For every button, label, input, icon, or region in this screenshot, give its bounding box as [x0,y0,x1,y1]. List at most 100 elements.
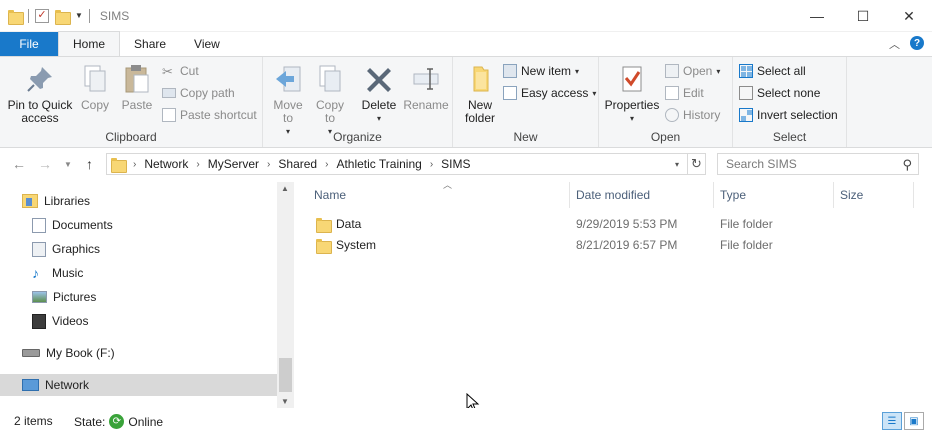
sort-ascending-chevron-icon: ︿ [443,180,453,190]
properties-check-icon[interactable]: ✓ [35,8,49,23]
breadcrumb-shared[interactable]: Shared [278,157,317,171]
invert-selection-button[interactable]: Invert selection [739,105,838,125]
breadcrumb-separator[interactable]: › [196,159,199,170]
nav-item-music[interactable]: ♪ Music [32,262,272,284]
paste-shortcut-icon [162,108,176,122]
copy-to-button[interactable]: Copy to ▾ [311,63,349,138]
address-bar[interactable]: › Network › MyServer › Shared › Athletic… [106,153,706,175]
scroll-thumb[interactable] [279,358,292,392]
properties-icon [622,66,642,92]
column-header-type[interactable]: Type [714,182,834,208]
rename-button[interactable]: Rename [403,63,449,112]
delete-x-icon [367,68,391,92]
copy-to-label: Copy to [315,98,344,125]
breadcrumb-separator[interactable]: › [267,159,270,170]
search-icon[interactable]: ⚲ [902,157,912,173]
nav-item-libraries[interactable]: Libraries [22,190,272,212]
copy-path-button[interactable]: Copy path [162,83,235,103]
breadcrumb-network[interactable]: Network [144,157,188,171]
pictures-icon [32,291,47,303]
collapse-ribbon-chevron-icon[interactable]: ︿ [889,36,900,52]
minimize-button[interactable]: — [794,0,840,32]
easy-access-icon [503,86,517,100]
new-folder-button[interactable]: New folder [461,63,499,125]
select-none-label: Select none [757,86,821,100]
properties-label: Properties [604,98,660,112]
select-none-button[interactable]: Select none [739,83,820,103]
item-count: 2 items [14,414,53,428]
breadcrumb-separator[interactable]: › [430,159,433,170]
edit-label: Edit [683,86,704,100]
table-row[interactable]: Data 9/29/2019 5:53 PM File folder [310,214,910,235]
breadcrumb-separator[interactable]: › [325,159,328,170]
cut-button[interactable]: ✂ Cut [162,61,199,81]
new-folder-icon[interactable] [55,9,71,25]
pin-label: Pin to Quick access [7,98,73,125]
forward-arrow-icon[interactable]: → [38,156,52,172]
address-folder-icon [111,157,127,173]
nav-item-pictures[interactable]: Pictures [32,286,272,308]
maximize-button[interactable]: ☐ [840,0,886,32]
scissors-icon: ✂ [162,64,173,79]
delete-dropdown-icon: ▾ [376,114,381,123]
history-button[interactable]: History [665,105,720,125]
new-group: New folder New item ▾ Easy access ▾ New [453,57,599,147]
file-list: Name ︿ Date modified Type Size Data 9/29… [300,180,932,408]
table-row[interactable]: System 8/21/2019 6:57 PM File folder [310,235,910,256]
column-header-name[interactable]: Name ︿ [308,180,570,208]
breadcrumb-myserver[interactable]: MyServer [208,157,259,171]
help-icon[interactable]: ? [910,36,924,50]
search-box[interactable]: ⚲ [717,153,919,175]
breadcrumb-separator[interactable]: › [133,159,136,170]
pin-to-quick-access-button[interactable]: Pin to Quick access [6,63,74,125]
nav-pane-scrollbar[interactable]: ▲ ▼ [277,182,294,408]
customize-toolbar-dropdown-icon[interactable]: ▼ [75,11,83,20]
nav-item-documents[interactable]: Documents [32,214,272,236]
new-item-button[interactable]: New item ▾ [503,61,579,81]
scroll-up-arrow-icon[interactable]: ▲ [281,184,289,193]
open-button[interactable]: Open ▾ [665,61,720,81]
paste-button[interactable]: Paste [118,63,156,112]
easy-access-label: Easy access [521,86,589,100]
nav-item-label: Libraries [44,194,91,208]
details-view-icon[interactable]: ☰ [882,412,902,430]
recent-locations-chevron-icon[interactable]: ▼ [64,160,72,169]
breadcrumb-sims[interactable]: SIMS [441,157,470,171]
tab-home[interactable]: Home [58,31,121,56]
open-label: Open [683,64,713,78]
state-label: State: [74,414,106,429]
file-name: Data [336,217,362,231]
tab-file[interactable]: File [0,32,58,56]
breadcrumb-athletic-training[interactable]: Athletic Training [336,157,421,171]
select-all-button[interactable]: Select all [739,61,806,81]
refresh-icon[interactable]: ↻ [687,154,705,174]
tab-view[interactable]: View [180,32,234,56]
properties-button[interactable]: Properties ▾ [603,63,661,125]
nav-item-videos[interactable]: Videos [32,310,272,332]
move-to-label: Move to [273,98,303,125]
column-header-size[interactable]: Size [834,182,914,208]
address-history-dropdown-icon[interactable]: ▾ [675,160,679,169]
nav-item-network[interactable]: Network [0,374,277,396]
tab-share[interactable]: Share [120,32,180,56]
move-to-button[interactable]: Move to ▾ [269,63,307,138]
edit-button[interactable]: Edit [665,83,704,103]
nav-item-my-book-drive[interactable]: My Book (F:) [22,342,272,364]
copy-button[interactable]: Copy [78,63,112,112]
nav-item-graphics[interactable]: Graphics [32,238,272,260]
paste-shortcut-button[interactable]: Paste shortcut [162,105,257,125]
column-header-date-modified[interactable]: Date modified [570,182,714,208]
delete-button[interactable]: Delete ▾ [359,63,399,125]
scroll-down-arrow-icon[interactable]: ▼ [281,397,289,406]
close-button[interactable]: ✕ [886,0,932,32]
up-arrow-icon[interactable]: ↑ [86,156,93,172]
title-bar: ✓ ▼ SIMS — ☐ ✕ [0,0,932,32]
search-input[interactable] [726,157,896,171]
select-none-icon [739,86,753,100]
back-arrow-icon[interactable]: ← [12,156,26,172]
copy-path-icon [162,88,176,98]
large-icons-view-icon[interactable]: ▣ [904,412,924,430]
easy-access-button[interactable]: Easy access ▾ [503,83,596,103]
file-type: File folder [720,238,773,252]
invert-selection-label: Invert selection [757,108,838,122]
